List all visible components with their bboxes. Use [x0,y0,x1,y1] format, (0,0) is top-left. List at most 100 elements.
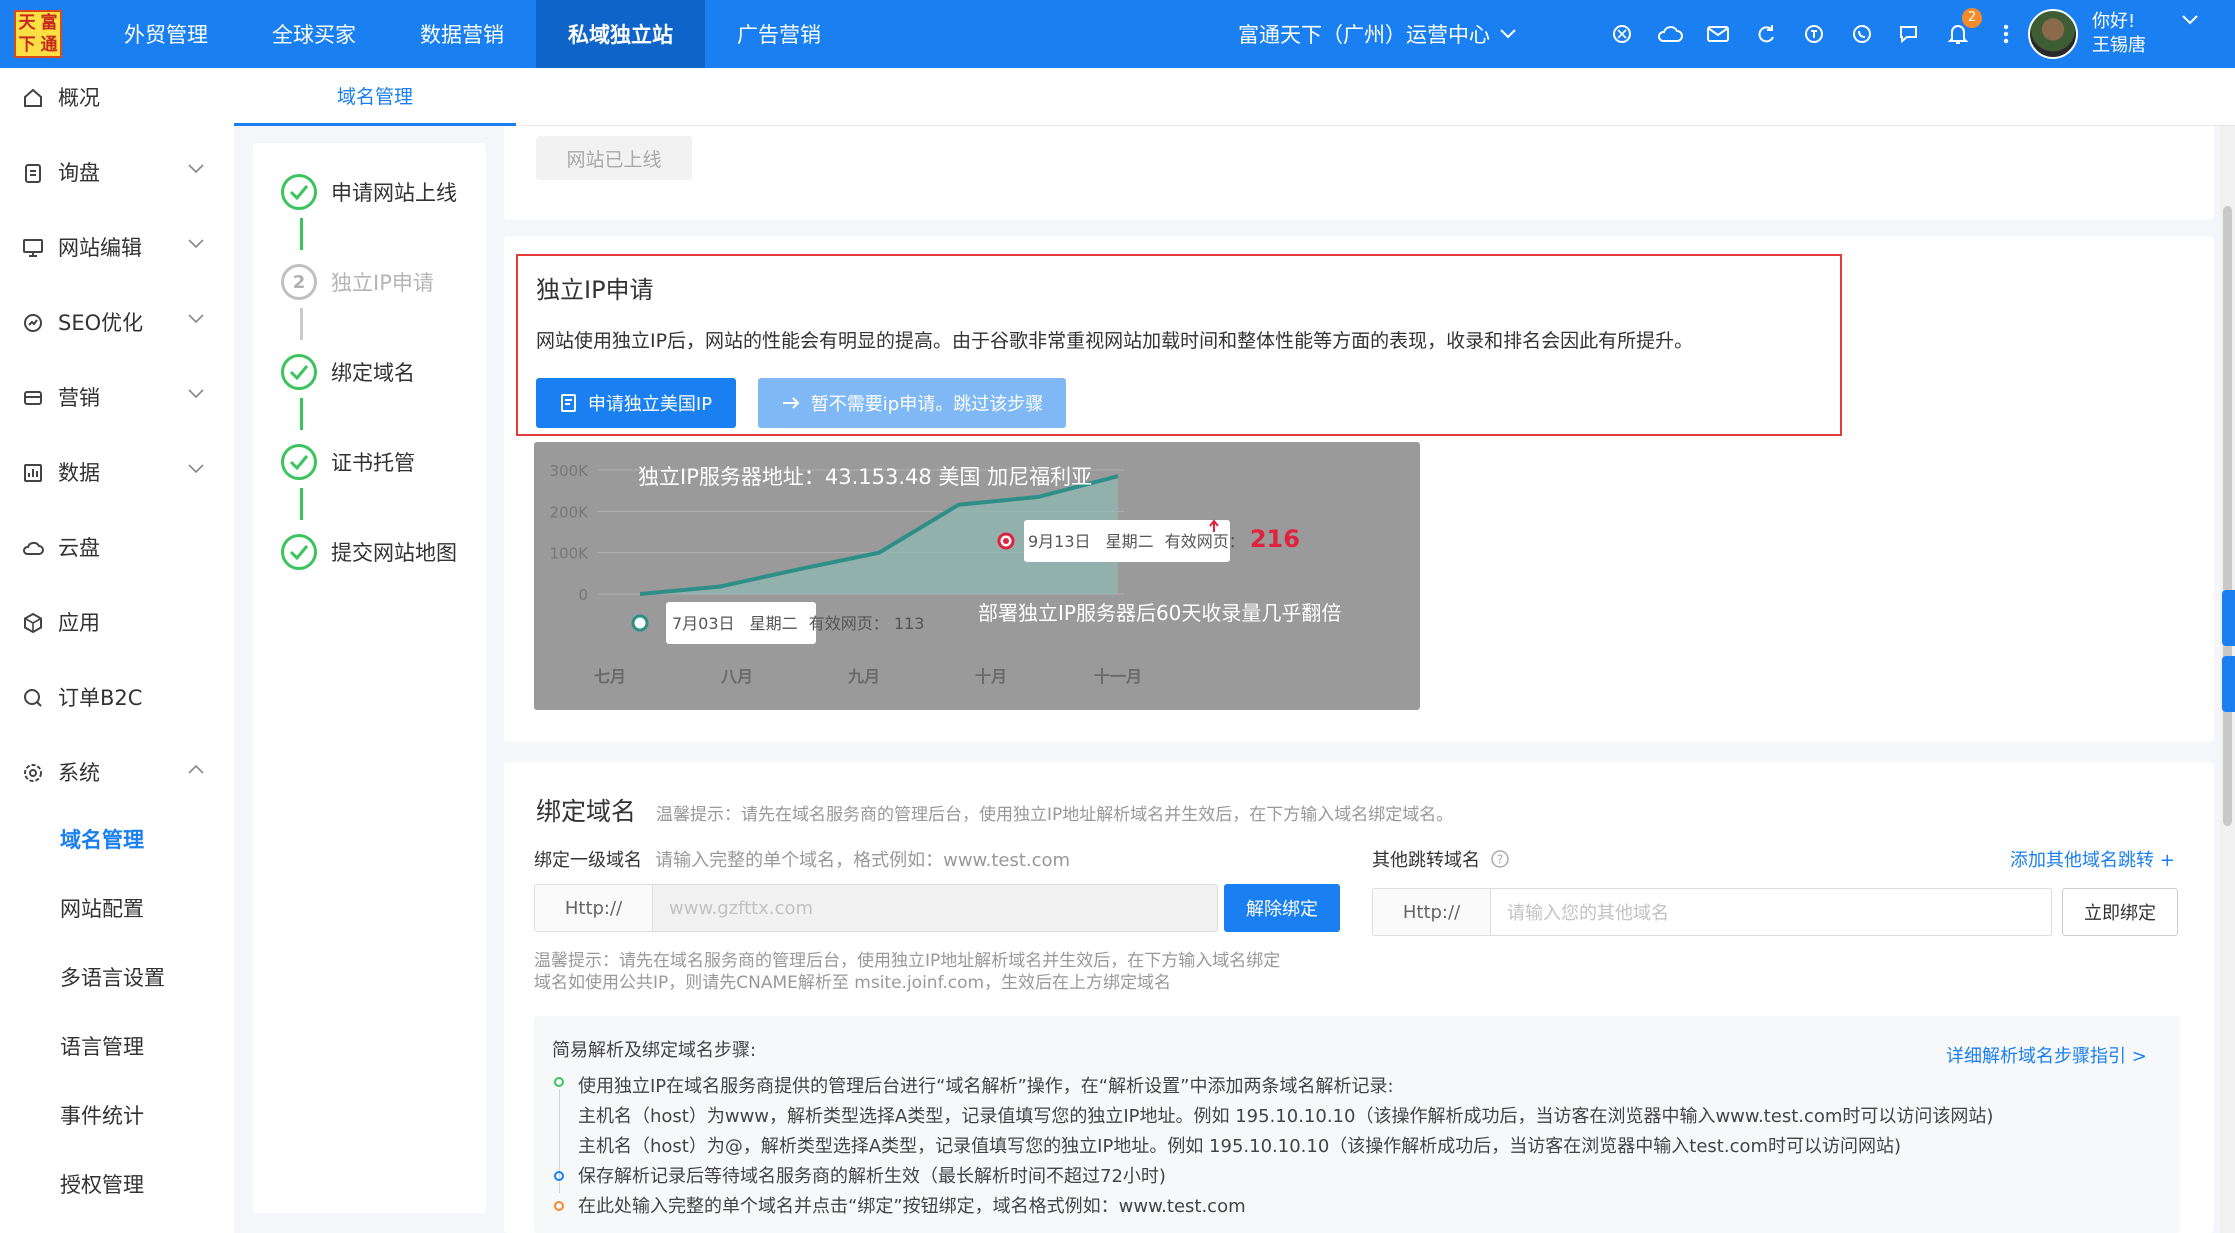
button-label: 暂不需要ip申请。跳过该步骤 [810,394,1044,415]
step-site-online[interactable]: 申请网站上线 [281,174,457,210]
sidebar-item-seo[interactable]: SEO优化 [0,302,234,342]
ip-growth-chart: 300K 200K 100K 0 七月 八月 九月 十月 十一月 独立IP服务器地址：43.1… [534,442,1420,710]
callout-date: 7月03日 [672,614,735,633]
callout-value: 113 [894,614,925,633]
step-sitemap[interactable]: 提交网站地图 [281,534,457,570]
resolve-step-line: 使用独立IP在域名服务商提供的管理后台进行“域名解析”操作，在“解析设置”中添加… [578,1076,1394,1097]
chat-icon[interactable] [1894,18,1926,50]
sidebar-item-label: SEO优化 [58,311,144,335]
chevron-down-icon [188,314,204,324]
home-icon [24,88,42,107]
nav-foreign-trade[interactable]: 外贸管理 [92,0,240,68]
nav-data-marketing[interactable]: 数据营销 [388,0,536,68]
chart-canvas: 300K 200K 100K 0 七月 八月 九月 十月 十一月 独立IP服务器地址：43.1… [550,462,1342,686]
chevron-down-icon [188,164,204,174]
sidebar-sub-site-config[interactable]: 网站配置 [60,893,144,923]
nav-private-site[interactable]: 私域独立站 [536,0,705,68]
scroll-thumb[interactable] [2223,206,2232,826]
chart-annotation: 部署独立IP服务器后60天收录量几乎翻倍 [978,601,1341,625]
order-icon [24,689,42,707]
sidebar-item-cloud[interactable]: 云盘 [0,527,234,567]
add-other-domain-link[interactable]: 添加其他域名跳转 + [2010,846,2175,872]
step-certificate[interactable]: 证书托管 [281,444,415,480]
skip-step-button[interactable]: 暂不需要ip申请。跳过该步骤 [758,378,1066,428]
openai-icon[interactable] [1606,18,1638,50]
mail-icon[interactable] [1702,18,1734,50]
sidebar-item-label: 系统 [58,761,100,785]
y-tick-label: 100K [550,545,590,563]
status-badge: 网站已上线 [536,136,692,180]
field-sublabel: 请输入完整的单个域名，格式例如：www.test.com [655,850,1071,871]
nav-ad-marketing[interactable]: 广告营销 [705,0,853,68]
section-description: 网站使用独立IP后，网站的性能会有明显的提高。由于谷歌非常重视网站加载时间和整体… [536,330,1694,352]
side-drawer-tab[interactable] [2222,590,2235,646]
cloud-sync-icon[interactable] [1654,18,1686,50]
y-tick-label: 0 [578,586,588,604]
sidebar-item-data[interactable]: 数据 [0,452,234,492]
brand-logo[interactable]: 天 富 下 通 [14,10,62,58]
primary-domain-input[interactable]: www.gzfttx.com [653,885,1217,931]
callout-september: 9月13日 星期二 有效网页： 216 [997,519,1300,562]
chevron-down-icon [188,464,204,474]
y-tick-label: 300K [550,462,590,480]
operation-center-select[interactable]: 富通天下（广州）运营中心 [1238,0,1516,68]
operation-center-label: 富通天下（广州）运营中心 [1238,23,1490,47]
detailed-guide-link[interactable]: 详细解析域名步骤指引 > [1946,1042,2147,1068]
sidebar-sub-language[interactable]: 语言管理 [60,1031,144,1061]
step-label: 证书托管 [331,451,415,475]
sidebar-sub-domain[interactable]: 域名管理 [60,824,144,854]
sidebar-item-label: 云盘 [58,536,100,560]
sidebar-sub-events[interactable]: 事件统计 [60,1100,144,1130]
user-menu[interactable]: 你好! 王锡唐 [2028,6,2198,62]
sidebar-sub-authorization[interactable]: 授权管理 [60,1169,144,1199]
refresh-icon[interactable] [1750,18,1782,50]
step-bind-domain[interactable]: 绑定域名 [281,354,415,390]
sidebar-item-marketing[interactable]: 营销 [0,377,234,417]
step-connector [300,398,303,430]
other-domain-input[interactable]: 请输入您的其他域名 [1491,889,2051,935]
sidebar-item-overview[interactable]: 概况 [0,77,234,117]
tab-domain-management[interactable]: 域名管理 [234,68,516,126]
chevron-up-icon [188,764,204,774]
x-tick-label: 九月 [847,667,880,686]
top-navigation-bar: 天 富 下 通 外贸管理 全球买家 数据营销 私域独立站 广告营销 富通天下（广… [0,0,2235,68]
sidebar-item-apps[interactable]: 应用 [0,602,234,642]
clipboard-icon [25,164,41,183]
more-vertical-icon[interactable] [1990,18,2022,50]
field-label: 其他跳转域名 [1372,850,1480,871]
section-title: 独立IP申请 [536,276,654,304]
nav-global-buyers[interactable]: 全球买家 [240,0,388,68]
user-info: 你好! 王锡唐 [2092,10,2146,58]
sidebar-item-label: 数据 [58,461,100,485]
marketing-icon [24,391,42,405]
sidebar-item-label: 概况 [58,86,100,110]
sidebar-item-label: 网站编辑 [58,236,142,260]
logo-char: 天 [18,13,36,33]
sidebar-sub-multilang[interactable]: 多语言设置 [60,962,165,992]
avatar[interactable] [2028,9,2078,59]
apply-us-ip-button[interactable]: 申请独立美国IP [536,378,736,428]
step-dot [554,1171,564,1181]
step-ip-apply[interactable]: 2 独立IP申请 [281,264,434,300]
side-drawer-tab[interactable] [2222,656,2235,712]
sidebar-item-order-b2c[interactable]: 订单B2C [0,677,234,717]
sidebar-item-inquiry[interactable]: 询盘 [0,152,234,192]
translate-icon[interactable] [1798,18,1830,50]
help-icon[interactable]: ? [1490,849,1510,869]
bind-now-button[interactable]: 立即绑定 [2062,888,2178,936]
notification-bell-icon[interactable]: 2 [1942,8,1982,50]
main-nav: 外贸管理 全球买家 数据营销 私域独立站 广告营销 [92,0,853,68]
unbind-button[interactable]: 解除绑定 [1224,884,1340,932]
sidebar-item-site-edit[interactable]: 网站编辑 [0,227,234,267]
check-icon [281,354,317,390]
toolbar-icons: 2 [1606,0,2022,68]
monitor-icon [23,239,43,257]
whatsapp-icon[interactable] [1846,18,1878,50]
sidebar-item-system[interactable]: 系统 [0,752,234,792]
ip-apply-highlight: 独立IP申请 网站使用独立IP后，网站的性能会有明显的提高。由于谷歌非常重视网站… [516,254,1842,436]
cube-icon [24,612,42,634]
site-status-card: 网站已上线 [504,126,2214,220]
logo-char: 通 [40,35,58,55]
step-connector [300,488,303,520]
resolve-step-line: 在此处输入完整的单个域名并点击“绑定”按钮绑定，域名格式例如：www.test.… [578,1196,1246,1217]
